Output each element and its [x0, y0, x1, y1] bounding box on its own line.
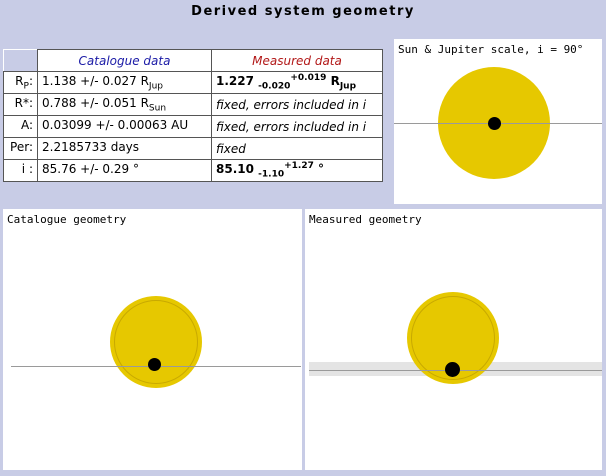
catalogue-value: 0.788 +/- 0.051 RSun [37, 93, 212, 116]
catalogue-header: Catalogue data [37, 49, 212, 72]
measured-value-main: 1.227 [216, 74, 254, 89]
measured-unit: R [330, 74, 340, 89]
measured-upper-error: +1.27 [284, 161, 314, 172]
parameter-label: A: [3, 115, 38, 138]
measured-lower-error: -0.020 [258, 81, 291, 92]
measured-header: Measured data [211, 49, 383, 72]
parameter-label: R*: [3, 93, 38, 116]
parameter-label: Per: [3, 137, 38, 160]
parameter-label-main: Per: [10, 139, 33, 154]
planet-disc [148, 358, 161, 371]
measured-value: 85.10 -1.10+1.27 ° [211, 159, 383, 182]
sun-disc [110, 296, 202, 388]
measured-upper-error: +0.019 [290, 73, 327, 84]
parameter-label-main: A: [20, 117, 33, 132]
table-corner [3, 49, 38, 72]
measured-value: 1.227 -0.020+0.019 RJup [211, 71, 383, 94]
measured-note: fixed, errors included in i [211, 93, 383, 116]
sun-limb-ring [114, 300, 198, 384]
catalogue-value-main: 1.138 +/- 0.027 R [42, 73, 149, 88]
parameter-label-main: R*: [14, 95, 33, 110]
measured-unit-sub: Jup [339, 81, 357, 92]
catalogue-panel-title: Catalogue geometry [7, 213, 127, 226]
catalogue-value: 85.76 +/- 0.29 ° [37, 159, 212, 182]
measured-lower-error: -1.10 [258, 169, 285, 180]
planet-disc [445, 362, 460, 377]
table-row: R*: 0.788 +/- 0.051 RSun fixed, errors inc… [3, 93, 383, 116]
parameter-label: RP: [3, 71, 38, 94]
measured-panel-title: Measured geometry [309, 213, 422, 226]
parameter-label-main: R [15, 73, 24, 88]
catalogue-value: 2.2185733 days [37, 137, 212, 160]
measured-unit: ° [318, 162, 325, 177]
parameter-label: i : [3, 159, 38, 182]
catalogue-value: 1.138 +/- 0.027 RJup [37, 71, 212, 94]
measured-value-main: 85.10 [216, 162, 254, 177]
measured-note: fixed [211, 137, 383, 160]
catalogue-value-main: 2.2185733 days [42, 139, 140, 154]
parameter-label-suffix: : [28, 73, 33, 88]
table-row: Per: 2.2185733 days fixed [3, 137, 383, 160]
catalogue-value-main: 0.03099 +/- 0.00063 AU [42, 117, 189, 132]
measured-geometry-panel: Measured geometry [305, 209, 602, 470]
catalogue-value: 0.03099 +/- 0.00063 AU [37, 115, 212, 138]
parameters-table: Catalogue data Measured data RP: 1.138 +/… [3, 49, 383, 182]
page-title: Derived system geometry [191, 4, 415, 19]
catalogue-geometry-panel: Catalogue geometry [3, 209, 302, 470]
table-header-row: Catalogue data Measured data [3, 49, 383, 72]
catalogue-value-sub: Sun [148, 103, 167, 114]
measured-note: fixed, errors included in i [211, 115, 383, 138]
scale-panel: Sun & Jupiter scale, i = 90° [394, 39, 602, 204]
scale-panel-title: Sun & Jupiter scale, i = 90° [398, 43, 584, 56]
table-row: RP: 1.138 +/- 0.027 RJup 1.227 -0.020+0.01… [3, 71, 383, 94]
table-row: i : 85.76 +/- 0.29 ° 85.10 -1.10+1.27 ° [3, 159, 383, 182]
parameter-label-main: i : [21, 161, 33, 176]
table-row: A: 0.03099 +/- 0.00063 AU fixed, errors in… [3, 115, 383, 138]
planet-disc [488, 117, 501, 130]
catalogue-value-main: 0.788 +/- 0.051 R [42, 95, 149, 110]
catalogue-value-sub: Jup [148, 81, 163, 92]
catalogue-value-main: 85.76 +/- 0.29 ° [42, 161, 139, 176]
